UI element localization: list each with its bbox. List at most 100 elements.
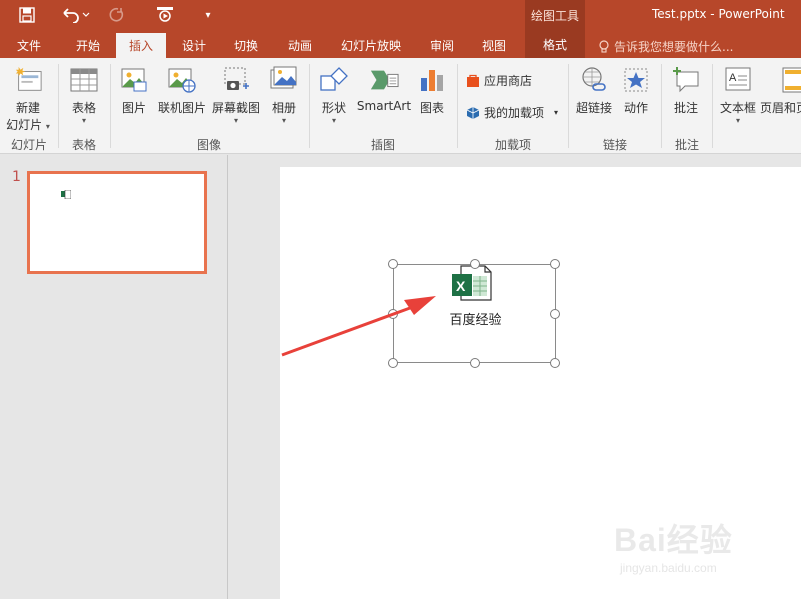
resize-handle-top-left[interactable] (388, 259, 398, 269)
textbox-label: 文本框 (719, 101, 756, 115)
online-picture-label: 联机图片 (157, 101, 206, 115)
tab-file[interactable]: 文件 (8, 33, 50, 58)
watermark-url: jingyan.baidu.com (620, 561, 717, 575)
chevron-down-icon: ▾ (81, 116, 86, 125)
screenshot-button[interactable]: 屏幕截图 ▾ (210, 64, 262, 125)
store-button[interactable]: 应用商店 (466, 72, 532, 89)
screenshot-icon (221, 64, 251, 96)
tab-design[interactable]: 设计 (172, 33, 216, 58)
hyperlink-button[interactable]: 超链接 (572, 64, 616, 116)
slide-thumbnail-pane: 1 (0, 155, 228, 599)
new-slide-button[interactable]: 新建 幻灯片 ▾ (4, 64, 52, 133)
thumbnail-excel-icon (61, 189, 72, 201)
undo-icon[interactable] (58, 4, 92, 26)
watermark-brand: Bai经验 (614, 522, 733, 558)
resize-handle-top-right[interactable] (550, 259, 560, 269)
tab-transitions[interactable]: 切换 (224, 33, 268, 58)
smartart-label: SmartArt (356, 99, 412, 113)
tab-animations[interactable]: 动画 (278, 33, 322, 58)
chart-icon (417, 64, 447, 96)
tell-me-search[interactable]: 告诉我您想要做什么... (598, 38, 733, 55)
group-label-links: 链接 (602, 138, 627, 152)
chevron-down-icon: ▾ (331, 116, 336, 125)
new-slide-label-2: 幻灯片 ▾ (6, 118, 50, 132)
new-slide-label: 新建 (15, 101, 40, 115)
tell-me-placeholder: 告诉我您想要做什么... (614, 40, 734, 54)
present-from-start-icon[interactable] (152, 4, 178, 26)
group-label-illustrations: 插图 (370, 138, 395, 152)
shapes-icon (319, 64, 349, 96)
action-button[interactable]: 动作 (620, 64, 652, 116)
online-picture-icon (167, 64, 197, 96)
watermark: Bai经验 jingyan.baidu.com (612, 515, 792, 585)
screenshot-label: 屏幕截图 (211, 101, 260, 115)
slide-thumbnail[interactable] (27, 171, 207, 274)
svg-text:A: A (729, 72, 737, 84)
picture-button[interactable]: 图片 (116, 64, 152, 116)
comment-icon (671, 64, 701, 96)
title-bar: ▾ 绘图工具 Test.pptx - PowerPoint (0, 0, 801, 31)
shapes-label: 形状 (321, 101, 346, 115)
excel-file-icon[interactable]: X (451, 265, 495, 301)
group-label-images: 图像 (196, 138, 221, 152)
table-label: 表格 (71, 101, 96, 115)
resize-handle-left[interactable] (388, 309, 398, 319)
ribbon-insert: 新建 幻灯片 ▾ 幻灯片 表格 ▾ 表格 图片 联机图片 屏幕截图 ▾ 相册 ▾… (0, 58, 801, 154)
table-button[interactable]: 表格 ▾ (64, 64, 104, 125)
my-addins-label: 我的加载项 (484, 106, 545, 120)
resize-handle-bottom[interactable] (470, 358, 480, 368)
slide-number: 1 (12, 169, 21, 185)
chevron-down-icon: ▾ (233, 116, 238, 125)
resize-handle-top[interactable] (470, 259, 480, 269)
tab-slideshow[interactable]: 幻灯片放映 (334, 33, 408, 58)
table-icon (69, 64, 99, 96)
resize-handle-bottom-right[interactable] (550, 358, 560, 368)
action-label: 动作 (623, 101, 648, 115)
resize-handle-bottom-left[interactable] (388, 358, 398, 368)
save-icon[interactable] (14, 4, 40, 26)
resize-handle-right[interactable] (550, 309, 560, 319)
group-separator (568, 64, 569, 148)
store-label: 应用商店 (484, 74, 533, 88)
action-icon (621, 64, 651, 96)
textbox-button[interactable]: A 文本框 ▾ (716, 64, 760, 125)
tab-insert[interactable]: 插入 (116, 33, 166, 58)
chart-button[interactable]: 图表 (414, 64, 450, 116)
embedded-object-selection[interactable]: X 百度经验 (388, 259, 560, 368)
header-footer-label: 页眉和页 (760, 101, 801, 115)
embedded-object-label: 百度经验 (449, 313, 502, 328)
chevron-down-icon: ▾ (554, 108, 559, 117)
photo-album-label: 相册 (271, 101, 296, 115)
group-separator (712, 64, 713, 148)
photo-album-icon (269, 64, 299, 96)
tab-review[interactable]: 审阅 (420, 33, 464, 58)
lightbulb-icon (599, 39, 609, 53)
redo-icon[interactable] (106, 4, 128, 26)
chevron-down-icon: ▾ (735, 116, 740, 125)
picture-icon (119, 64, 149, 96)
picture-label: 图片 (121, 101, 146, 115)
drawing-tools-context-label: 绘图工具 (525, 0, 585, 31)
photo-album-button[interactable]: 相册 ▾ (264, 64, 304, 125)
tab-home[interactable]: 开始 (66, 33, 110, 58)
shapes-button[interactable]: 形状 ▾ (314, 64, 354, 125)
textbox-icon: A (723, 64, 753, 96)
group-label-addins: 加载项 (494, 138, 531, 152)
online-picture-button[interactable]: 联机图片 (156, 64, 208, 116)
header-footer-button[interactable]: 页眉和页 (760, 64, 801, 116)
group-separator (58, 64, 59, 148)
tab-view[interactable]: 视图 (472, 33, 516, 58)
customize-qat-icon[interactable]: ▾ (200, 4, 216, 26)
group-separator (110, 64, 111, 148)
hyperlink-label: 超链接 (575, 101, 612, 115)
hyperlink-icon (579, 64, 609, 96)
comment-button[interactable]: 批注 (666, 64, 706, 116)
smartart-button[interactable]: SmartArt (356, 64, 412, 113)
svg-text:X: X (456, 278, 466, 294)
my-addins-button[interactable]: 我的加载项 ▾ (466, 104, 558, 121)
header-footer-icon (778, 64, 801, 96)
group-label-tables: 表格 (71, 138, 96, 152)
window-title: Test.pptx - PowerPoint (652, 7, 785, 21)
ribbon-tabs: 文件 开始 插入 设计 切换 动画 幻灯片放映 审阅 视图 格式 告诉我您想要做… (0, 31, 801, 58)
tab-format[interactable]: 格式 (525, 31, 585, 58)
